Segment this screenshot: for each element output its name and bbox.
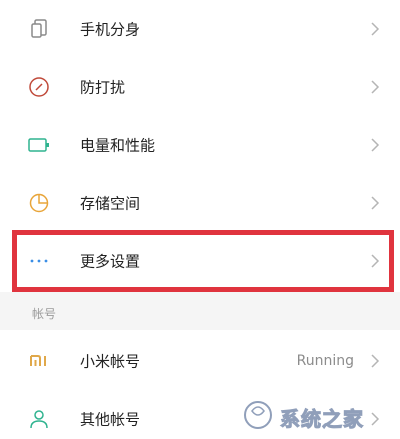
settings-item-label: 电量和性能 xyxy=(80,136,156,155)
battery-icon xyxy=(28,138,49,152)
clone-icon xyxy=(31,19,47,38)
person-icon xyxy=(30,410,48,429)
settings-item-phone-clone[interactable]: 手机分身 xyxy=(0,0,400,58)
chevron-right-icon xyxy=(371,138,380,152)
settings-item-battery-performance[interactable]: 电量和性能 xyxy=(0,116,400,174)
more-dots-icon xyxy=(30,259,48,263)
storage-pie-icon xyxy=(29,193,49,213)
settings-item-do-not-disturb[interactable]: 防打扰 xyxy=(0,58,400,116)
chevron-right-icon xyxy=(371,254,380,268)
account-item-mi-account[interactable]: 小米帐号 Running xyxy=(0,332,400,390)
watermark-text: 系统之家 xyxy=(280,407,364,432)
watermark-logo-icon xyxy=(244,401,272,429)
account-item-label: 其他帐号 xyxy=(80,410,141,429)
chevron-right-icon xyxy=(371,196,380,210)
settings-item-label: 手机分身 xyxy=(80,20,141,39)
settings-item-more-settings[interactable]: 更多设置 xyxy=(0,232,400,290)
chevron-right-icon xyxy=(371,22,380,36)
settings-item-label: 存储空间 xyxy=(80,194,141,213)
settings-card: 手机分身 防打扰 电量和性能 存储空间 更多设置 xyxy=(0,0,400,292)
do-not-disturb-icon xyxy=(29,77,49,97)
settings-item-label: 更多设置 xyxy=(80,252,141,271)
settings-item-storage[interactable]: 存储空间 xyxy=(0,174,400,232)
watermark: 系统之家 xyxy=(236,397,386,433)
account-status-value: Running xyxy=(296,353,354,369)
mi-logo-icon xyxy=(30,355,46,366)
settings-item-label: 防打扰 xyxy=(80,78,126,97)
chevron-right-icon xyxy=(371,80,380,94)
section-header-accounts: 帐号 xyxy=(32,307,57,321)
account-item-label: 小米帐号 xyxy=(80,352,141,371)
chevron-right-icon xyxy=(371,354,380,368)
